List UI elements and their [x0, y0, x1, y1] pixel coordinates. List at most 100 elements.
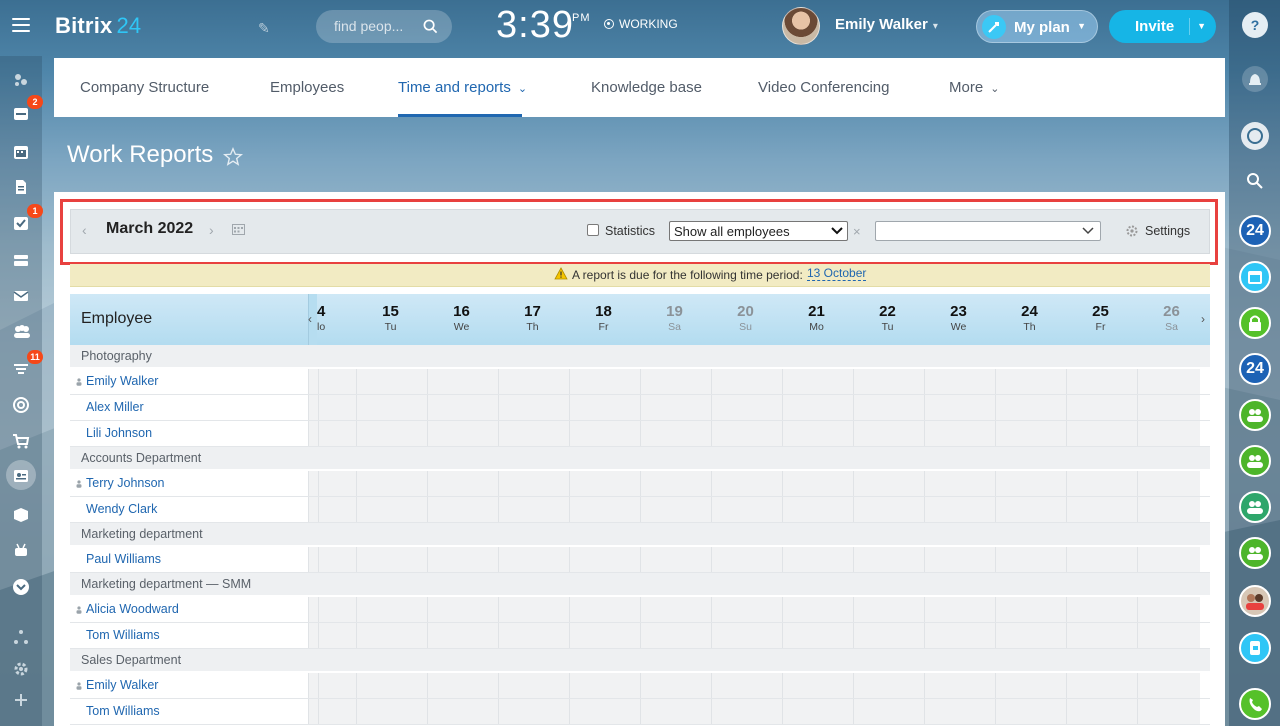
user-menu[interactable]: Emily Walker ▾: [835, 16, 938, 33]
sidebar-item-docs[interactable]: [0, 171, 42, 201]
search-icon[interactable]: [1241, 167, 1269, 195]
sidebar-item-robot[interactable]: [0, 534, 42, 564]
group-icon[interactable]: [1239, 399, 1271, 431]
search-input[interactable]: find peop...: [316, 10, 452, 43]
tab-knowledge-base[interactable]: Knowledge base: [591, 79, 702, 96]
employee-name-link[interactable]: Tom Williams: [86, 628, 160, 642]
cell-divider: [318, 673, 319, 698]
menu-icon[interactable]: [12, 18, 30, 32]
cell-divider: [569, 699, 570, 724]
group-icon[interactable]: [1239, 537, 1271, 569]
cell-divider: [318, 699, 319, 724]
sidebar-item-box[interactable]: [0, 499, 42, 529]
sidebar-item-checklist[interactable]: 1: [0, 204, 43, 237]
sidebar-item-goals[interactable]: [0, 389, 42, 419]
cell-divider: [318, 497, 319, 522]
sidebar-item-calendar[interactable]: [0, 136, 42, 166]
employee-name-link[interactable]: Emily Walker: [86, 678, 158, 692]
employee-name-link[interactable]: Paul Williams: [86, 552, 161, 566]
cell-divider: [782, 497, 783, 522]
phone-icon[interactable]: [1239, 688, 1271, 720]
sidebar-item-more[interactable]: [0, 571, 42, 601]
sidebar-item-settings[interactable]: [0, 653, 42, 683]
b24-icon[interactable]: 24: [1239, 353, 1271, 385]
notice-text: A report is due for the following time p…: [572, 268, 803, 282]
bell-icon[interactable]: [1242, 66, 1268, 92]
sidebar-item-drive[interactable]: [0, 244, 42, 274]
report-cells[interactable]: [308, 421, 1200, 446]
gear-icon: [14, 662, 28, 676]
group-icon[interactable]: [1239, 445, 1271, 477]
sidebar-item-feed[interactable]: [0, 64, 42, 94]
employee-name-link[interactable]: Terry Johnson: [86, 476, 165, 490]
left-sidebar: 2 1 11: [0, 56, 43, 726]
logo[interactable]: Bitrix 24: [55, 13, 141, 39]
sidebar-item-shop[interactable]: [0, 425, 42, 455]
due-period-link[interactable]: 13 October: [807, 266, 867, 281]
calendar-icon[interactable]: [1239, 261, 1271, 293]
group-icon[interactable]: [1239, 491, 1271, 523]
cell-divider: [924, 699, 925, 724]
edit-icon[interactable]: ✎: [258, 20, 270, 37]
sidebar-item-filter[interactable]: 11: [0, 350, 43, 383]
report-cells[interactable]: [308, 597, 1200, 622]
help-icon[interactable]: ?: [1242, 12, 1268, 38]
day-number: 22: [879, 303, 896, 320]
tab-company-structure[interactable]: Company Structure: [80, 79, 209, 96]
notification-badge: 2: [27, 95, 43, 109]
cell-divider: [711, 699, 712, 724]
tab-employees[interactable]: Employees: [270, 79, 344, 96]
cell-divider: [569, 623, 570, 648]
cell-divider: [356, 597, 357, 622]
cell-divider: [1137, 497, 1138, 522]
report-cells[interactable]: [308, 471, 1200, 496]
cell-divider: [995, 673, 996, 698]
department-row: Photography: [70, 345, 1210, 367]
tab-time-and-reports[interactable]: Time and reports ⌄: [398, 79, 527, 96]
clock[interactable]: 3:39 PM: [496, 4, 590, 47]
page-title: Work Reports: [67, 141, 214, 168]
star-icon[interactable]: [222, 146, 244, 168]
chat-icon[interactable]: [1241, 122, 1269, 150]
sidebar-item-sitemap[interactable]: [0, 621, 42, 651]
contact-card-icon: [14, 470, 28, 482]
employee-name-link[interactable]: Emily Walker: [86, 374, 158, 388]
cell-divider: [640, 497, 641, 522]
sidebar-item-mail[interactable]: [0, 280, 42, 310]
chevron-down-circle-icon: [13, 579, 29, 595]
sidebar-item-company[interactable]: [0, 460, 42, 490]
lock-icon[interactable]: [1239, 307, 1271, 339]
cell-divider: [318, 395, 319, 420]
report-cells[interactable]: [308, 395, 1200, 420]
phone-transfer-icon[interactable]: [1239, 632, 1271, 664]
report-cells[interactable]: [308, 623, 1200, 648]
avatars-icon[interactable]: [1239, 585, 1271, 617]
report-cells[interactable]: [308, 673, 1200, 698]
employee-name-link[interactable]: Alicia Woodward: [86, 602, 179, 616]
day-weekday: Tu: [881, 321, 894, 333]
employee-name-link[interactable]: Lili Johnson: [86, 426, 152, 440]
report-cells[interactable]: [308, 547, 1200, 572]
cell-divider: [924, 547, 925, 572]
invite-button[interactable]: Invite ▼: [1109, 10, 1216, 43]
tab-more[interactable]: More ⌄: [949, 79, 999, 96]
day-number: 24: [1021, 303, 1038, 320]
avatar[interactable]: [782, 7, 820, 45]
cell-divider: [308, 699, 309, 724]
sidebar-item-employees[interactable]: [0, 315, 42, 345]
sidebar-item-add[interactable]: [0, 684, 42, 714]
tab-video-conferencing[interactable]: Video Conferencing: [758, 79, 889, 96]
report-cells[interactable]: [308, 497, 1200, 522]
cell-divider: [498, 547, 499, 572]
scroll-left-button[interactable]: ‹: [308, 312, 312, 326]
cell-divider: [995, 699, 996, 724]
report-cells[interactable]: [308, 369, 1200, 394]
employee-name-link[interactable]: Wendy Clark: [86, 502, 157, 516]
my-plan-button[interactable]: My plan ▼: [976, 10, 1098, 43]
b24-icon[interactable]: 24: [1239, 215, 1271, 247]
employee-name-link[interactable]: Tom Williams: [86, 704, 160, 718]
work-status[interactable]: WORKING: [604, 17, 678, 31]
employee-name-link[interactable]: Alex Miller: [86, 400, 144, 414]
sidebar-item-tasks[interactable]: 2: [0, 95, 43, 128]
report-cells[interactable]: [308, 699, 1200, 724]
